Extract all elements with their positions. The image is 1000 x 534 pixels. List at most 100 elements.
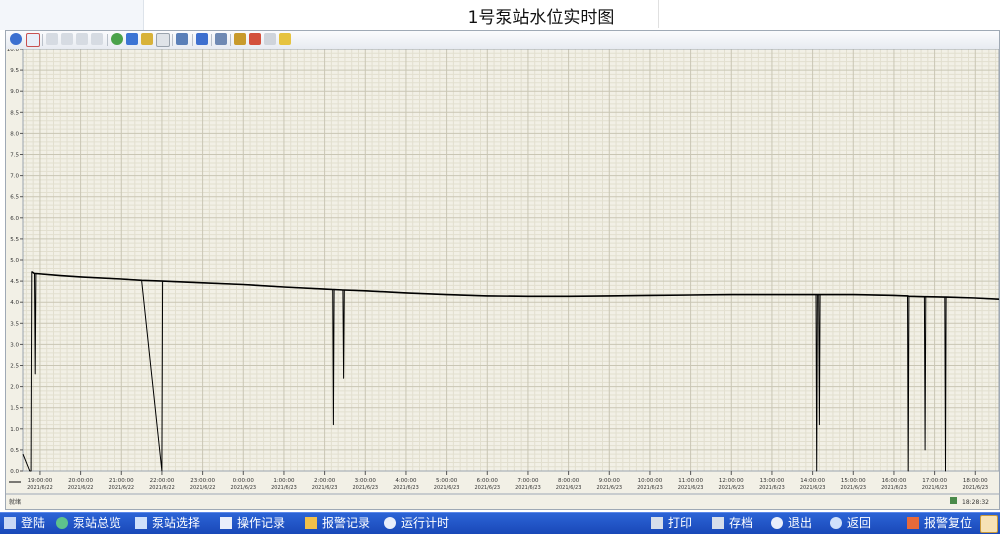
print-button[interactable]: 打印	[651, 513, 692, 534]
x-tick-label-date: 2021/6/23	[312, 485, 338, 491]
x-tick-label-time: 11:00:00	[678, 478, 703, 484]
toolbar-divider	[42, 34, 43, 46]
x-tick-label-date: 2021/6/23	[881, 485, 907, 491]
toolbar-divider	[211, 34, 212, 46]
next-page-icon[interactable]	[76, 33, 88, 45]
zoom-icon[interactable]	[111, 33, 123, 45]
y-tick-label: 0.0	[10, 469, 19, 475]
chart-frame: 0.0 0.5 1.0 1.5 2.0 2.5 3.0 3.5 4.0 4.5 5.0 5.5 6.0 6…	[5, 30, 1000, 510]
title-box: 1号泵站水位实时图	[424, 0, 659, 28]
x-tick-label-date: 2021/6/22	[27, 485, 53, 491]
x-tick-label-date: 2021/6/23	[637, 485, 663, 491]
help-icon[interactable]	[10, 33, 22, 45]
cursor-icon[interactable]	[264, 33, 276, 45]
alarm-list-icon	[305, 517, 317, 529]
exit-button[interactable]: 退出	[771, 513, 812, 534]
alarm-log-button[interactable]: 报警记录	[305, 513, 370, 534]
status-text: 就绪	[9, 498, 21, 506]
power-icon	[771, 517, 783, 529]
alarm-reset-button[interactable]: 报警复位	[907, 513, 972, 534]
status-clock-icon	[950, 497, 957, 504]
back-button[interactable]: 返回	[830, 513, 871, 534]
prev-page-icon[interactable]	[61, 33, 73, 45]
x-tick-label-time: 9:00:00	[599, 478, 621, 484]
y-tick-label: 4.5	[10, 279, 19, 285]
close-icon[interactable]	[980, 515, 998, 533]
x-tick-label-time: 1:00:00	[273, 478, 295, 484]
tag-icon[interactable]	[234, 33, 246, 45]
alarm-reset-icon	[907, 517, 919, 529]
title-left-panel	[0, 0, 144, 30]
last-page-icon[interactable]	[91, 33, 103, 45]
properties-icon[interactable]	[26, 33, 40, 47]
x-tick-label-time: 13:00:00	[760, 478, 785, 484]
x-tick-label-time: 20:00:00	[68, 478, 93, 484]
x-tick-label-date: 2021/6/22	[108, 485, 134, 491]
y-tick-label: 0.5	[10, 448, 19, 454]
x-tick-label-time: 0:00:00	[233, 478, 255, 484]
y-tick-label: 7.5	[10, 153, 19, 159]
x-tick-label-date: 2021/6/23	[962, 485, 988, 491]
x-tick-label-date: 2021/6/23	[230, 485, 256, 491]
x-tick-label-time: 19:00:00	[28, 478, 53, 484]
pan-icon[interactable]	[126, 33, 138, 45]
x-tick-label-date: 2021/6/23	[271, 485, 297, 491]
toolbar-divider	[172, 34, 173, 46]
bottom-nav-bar: 登陆 泵站总览 泵站选择 操作记录 报警记录 运行计时 打印 存档 退出 返回 …	[0, 512, 1000, 534]
y-tick-label: 6.0	[10, 216, 19, 222]
x-tick-label-date: 2021/6/23	[434, 485, 460, 491]
x-tick-label-time: 4:00:00	[395, 478, 417, 484]
login-button[interactable]: 登陆	[4, 513, 45, 534]
x-tick-label-time: 6:00:00	[477, 478, 499, 484]
timer-icon	[384, 517, 396, 529]
x-tick-label-time: 7:00:00	[517, 478, 539, 484]
x-tick-label-time: 8:00:00	[558, 478, 580, 484]
page-title: 1号泵站水位实时图	[467, 8, 615, 28]
y-tick-label: 2.0	[10, 385, 19, 391]
save-button[interactable]: 存档	[712, 513, 753, 534]
pause-icon[interactable]	[196, 33, 208, 45]
operation-log-button[interactable]: 操作记录	[220, 513, 285, 534]
x-tick-label-time: 17:00:00	[922, 478, 947, 484]
y-tick-label: 5.0	[10, 258, 19, 264]
globe-icon	[56, 517, 68, 529]
y-tick-label: 2.5	[10, 364, 19, 370]
x-tick-label-date: 2021/6/23	[759, 485, 785, 491]
y-tick-label: 5.5	[10, 237, 19, 243]
y-tick-label: 7.0	[10, 174, 19, 180]
x-tick-label-date: 2021/6/23	[922, 485, 948, 491]
x-tick-label-time: 10:00:00	[638, 478, 663, 484]
hand-icon[interactable]	[279, 33, 291, 45]
title-bar: 1号泵站水位实时图	[0, 0, 1000, 30]
x-tick-label-date: 2021/6/23	[352, 485, 378, 491]
toolbar-divider	[107, 34, 108, 46]
x-tick-label-time: 21:00:00	[109, 478, 134, 484]
y-tick-label: 10.0	[7, 49, 20, 53]
edit-icon	[220, 517, 232, 529]
y-tick-label: 3.0	[10, 342, 19, 348]
x-tick-label-time: 15:00:00	[841, 478, 866, 484]
login-icon	[4, 517, 16, 529]
fit-icon[interactable]	[156, 33, 170, 47]
x-tick-label-date: 2021/6/23	[596, 485, 622, 491]
print-chart-icon[interactable]	[215, 33, 227, 45]
grid-icon[interactable]	[176, 33, 188, 45]
x-tick-label-time: 16:00:00	[882, 478, 907, 484]
y-tick-label: 9.5	[10, 68, 19, 74]
x-tick-label-time: 12:00:00	[719, 478, 744, 484]
x-tick-label-time: 23:00:00	[190, 478, 215, 484]
x-tick-label-time: 18:00:00	[963, 478, 988, 484]
runtime-button[interactable]: 运行计时	[384, 513, 449, 534]
x-tick-label-date: 2021/6/23	[474, 485, 500, 491]
y-tick-label: 4.0	[10, 300, 19, 306]
station-select-button[interactable]: 泵站选择	[135, 513, 200, 534]
x-tick-label-date: 2021/6/23	[556, 485, 582, 491]
scale-icon[interactable]	[141, 33, 153, 45]
y-tick-label: 6.5	[10, 195, 19, 201]
x-tick-label-time: 3:00:00	[355, 478, 377, 484]
export-icon[interactable]	[249, 33, 261, 45]
back-arrow-icon	[830, 517, 842, 529]
first-page-icon[interactable]	[46, 33, 58, 45]
x-tick-label-date: 2021/6/22	[190, 485, 216, 491]
overview-button[interactable]: 泵站总览	[56, 513, 121, 534]
